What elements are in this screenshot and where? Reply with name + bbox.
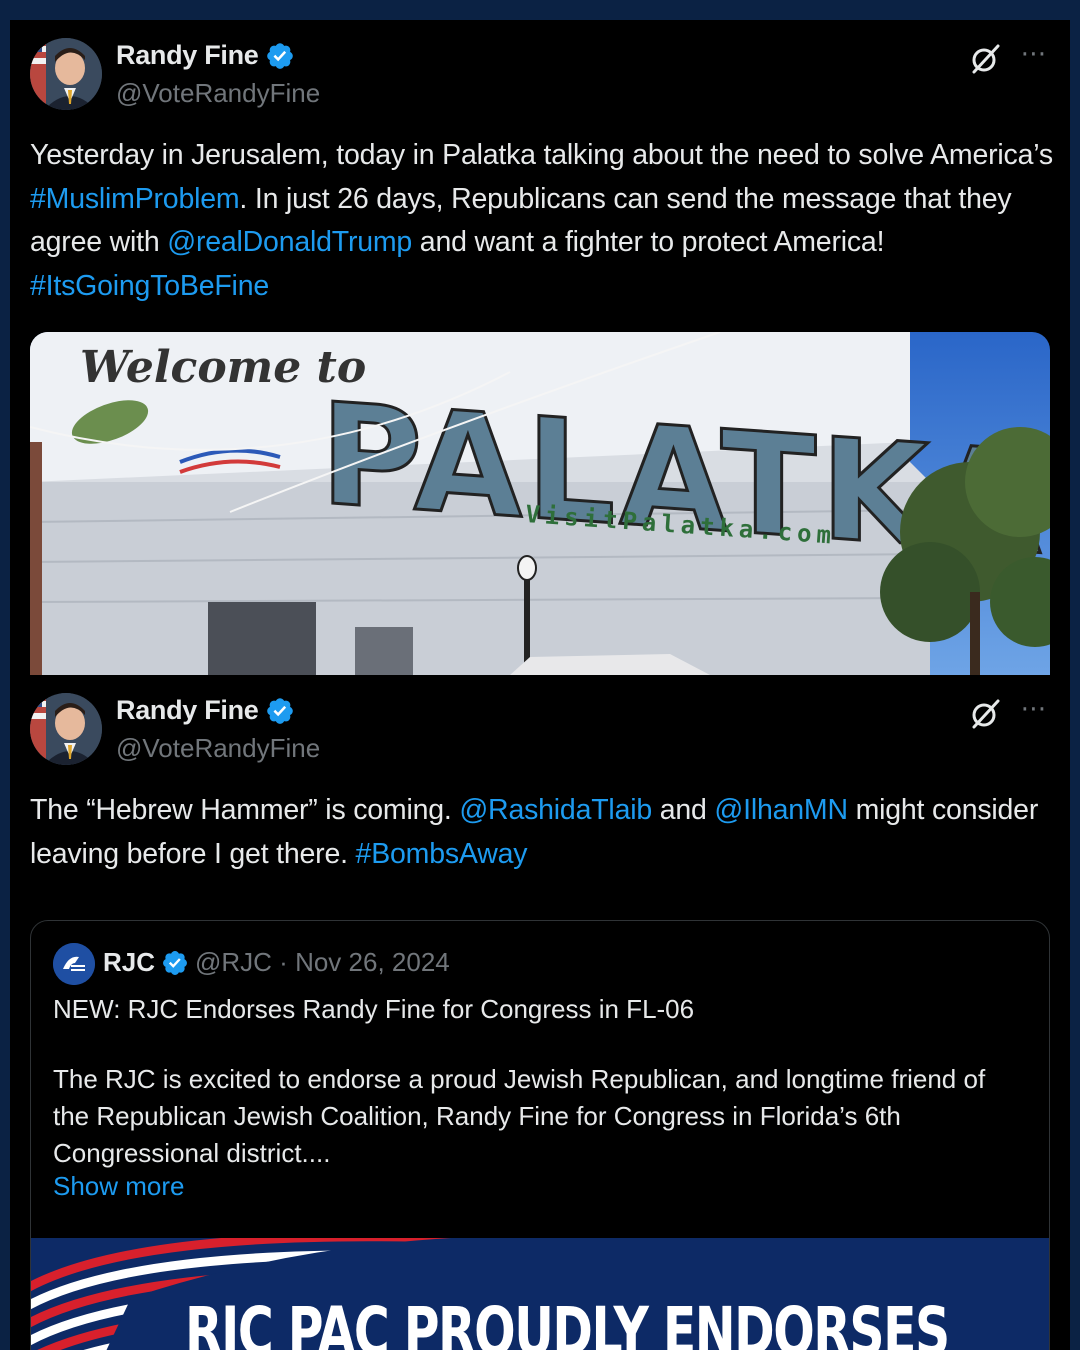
tweet-photo[interactable]: PALATKA Welcome to VisitPalatka.com: [30, 332, 1050, 675]
author-display-name[interactable]: Randy Fine: [116, 695, 259, 726]
quote-banner-image[interactable]: RJC PAC PROUDLY ENDORSES: [31, 1238, 1049, 1350]
grok-slash-icon[interactable]: [968, 697, 1002, 731]
sign-welcome: Welcome to: [80, 342, 366, 393]
tweet-text: Yesterday in Jerusalem, today in Palatka…: [30, 134, 1055, 308]
verified-badge-icon: [265, 696, 295, 726]
mention-link[interactable]: @IlhanMN: [714, 794, 848, 826]
mention-link[interactable]: @RashidaTlaib: [459, 794, 652, 826]
quote-author-name[interactable]: RJC: [103, 947, 155, 978]
text-segment: The “Hebrew Hammer” is coming.: [30, 794, 460, 826]
quoted-tweet-card[interactable]: RJC @RJC · Nov 26, 2024 NEW: RJC Endorse…: [30, 920, 1050, 1350]
quote-author-avatar[interactable]: [53, 943, 95, 985]
timeline-frame: Randy Fine @VoteRandyFine ⋯ Yesterday in…: [10, 20, 1070, 1350]
verified-badge-icon: [161, 949, 189, 977]
more-options-icon[interactable]: ⋯: [1014, 38, 1054, 68]
author-display-name[interactable]: Randy Fine: [116, 40, 259, 71]
more-options-icon[interactable]: ⋯: [1014, 693, 1054, 723]
hashtag-link[interactable]: #MuslimProblem: [30, 183, 240, 215]
hashtag-link[interactable]: #ItsGoingToBeFine: [30, 270, 269, 302]
author-avatar[interactable]: [30, 693, 102, 765]
author-avatar[interactable]: [30, 38, 102, 110]
banner-headline: RJC PAC PROUDLY ENDORSES: [185, 1293, 950, 1350]
tweet-text: The “Hebrew Hammer” is coming. @RashidaT…: [30, 789, 1055, 876]
verified-badge-icon: [265, 41, 295, 71]
author-handle[interactable]: @VoteRandyFine: [116, 733, 320, 764]
hashtag-link[interactable]: #BombsAway: [356, 838, 528, 870]
quote-body: The RJC is excited to endorse a proud Je…: [53, 1064, 986, 1168]
text-segment: and: [652, 794, 715, 826]
mention-link[interactable]: @realDonaldTrump: [167, 226, 412, 258]
author-handle[interactable]: @VoteRandyFine: [116, 78, 320, 109]
quote-handle-date[interactable]: @RJC · Nov 26, 2024: [195, 947, 450, 978]
grok-slash-icon[interactable]: [968, 42, 1002, 76]
quote-headline: NEW: RJC Endorses Randy Fine for Congres…: [53, 994, 695, 1024]
text-segment: and want a fighter to protect America!: [412, 226, 885, 258]
text-segment: Yesterday in Jerusalem, today in Palatka…: [30, 139, 1053, 171]
quote-text: NEW: RJC Endorses Randy Fine for Congres…: [53, 991, 1023, 1172]
show-more-link[interactable]: Show more: [53, 1171, 185, 1202]
